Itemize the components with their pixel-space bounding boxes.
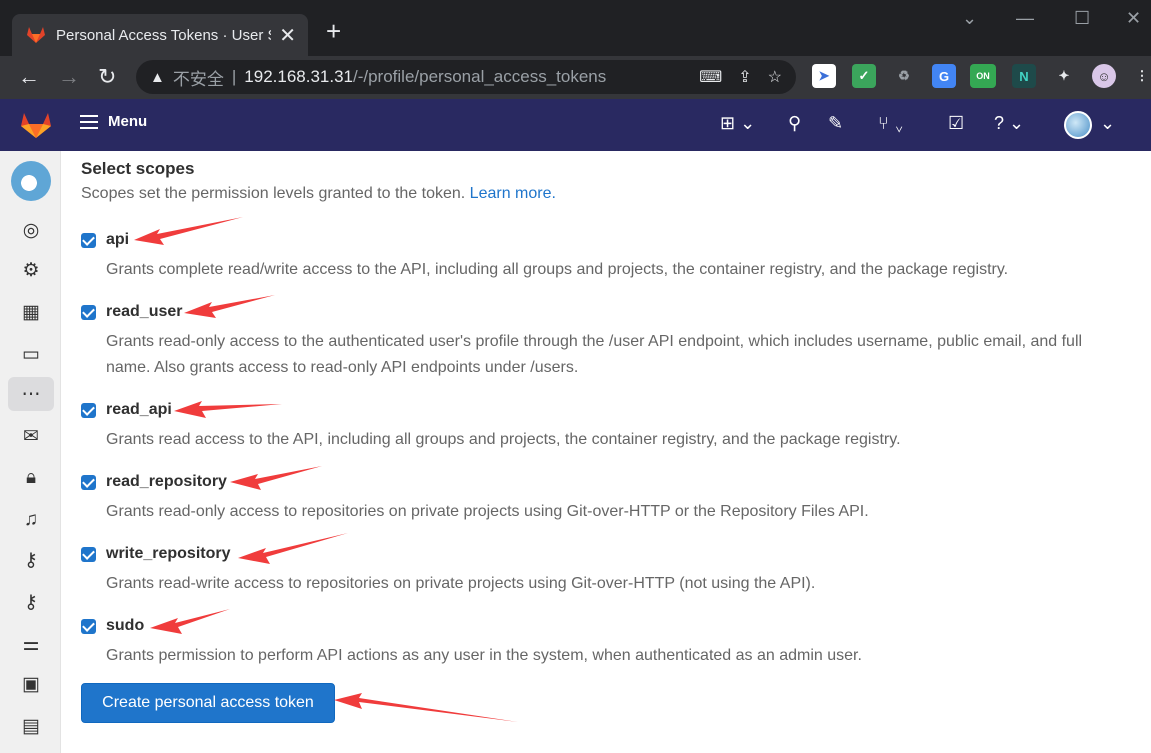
minimize-icon[interactable]: — — [1016, 8, 1034, 29]
create-token-button[interactable]: Create personal access token — [81, 683, 335, 723]
browser-tabstrip: Personal Access Tokens · User S ✕ + ⌄ — … — [0, 0, 1151, 56]
tab-close-icon[interactable]: ✕ — [279, 23, 296, 48]
password-icon[interactable]: 🔒︎ — [8, 461, 54, 495]
search-icon[interactable]: ⚲ — [788, 113, 801, 134]
extensions-puzzle-icon[interactable]: ✦ — [1052, 64, 1076, 88]
omnibox-actions: ⌨ ⇪ ☆ — [699, 67, 782, 87]
address-bar[interactable]: ▲ 不安全 | 192.168.31.31 /-/profile/persona… — [136, 60, 796, 94]
extension-on-icon[interactable]: ON — [970, 64, 996, 88]
warning-icon: ▲ — [150, 68, 165, 86]
help-icon[interactable]: ? ⌄ — [994, 113, 1024, 134]
scope-label[interactable]: read_api — [106, 401, 172, 419]
separator: | — [231, 67, 237, 86]
scope-help: Grants permission to perform API actions… — [106, 647, 862, 664]
emails-icon[interactable]: ✉ — [8, 419, 54, 453]
back-icon[interactable]: ← — [18, 64, 40, 90]
scope-label[interactable]: write_repository — [106, 545, 230, 563]
checkbox[interactable] — [81, 475, 96, 490]
preferences-icon[interactable]: ⚌ — [8, 627, 54, 661]
checkbox[interactable] — [81, 305, 96, 320]
ssh-keys-icon[interactable]: ⚷ — [8, 543, 54, 577]
hamburger-icon — [80, 114, 98, 129]
merge-requests-icon[interactable]: ⑂ ⌄ — [878, 113, 905, 134]
scopes-heading: Select scopes — [81, 159, 195, 178]
authentication-log-icon[interactable]: ▤ — [8, 709, 54, 743]
chat-icon[interactable]: ▭ — [8, 337, 54, 371]
tab-search-icon[interactable]: ⌄ — [962, 8, 977, 29]
extension-shield-icon[interactable]: ✓ — [852, 64, 876, 88]
scope-help: Grants read-only access to repositories … — [106, 503, 869, 520]
checkbox[interactable] — [81, 619, 96, 634]
extension-n-icon[interactable]: N — [1012, 64, 1036, 88]
url-path: /-/profile/personal_access_tokens — [353, 67, 607, 86]
browser-tab[interactable]: Personal Access Tokens · User S ✕ — [12, 14, 308, 56]
forward-icon[interactable]: → — [58, 64, 80, 90]
notifications-icon[interactable]: ♫ — [8, 503, 54, 537]
user-menu-chevron-icon[interactable]: ⌄ — [1100, 113, 1115, 134]
browser-toolbar: ← → ↻ ▲ 不安全 | 192.168.31.31 /-/profile/p… — [0, 56, 1151, 99]
scope-help: Grants read access to the API, including… — [106, 431, 901, 448]
checkbox[interactable] — [81, 547, 96, 562]
scope-help: Grants complete read/write access to the… — [106, 261, 1009, 278]
extension-translate-icon[interactable]: G — [932, 64, 956, 88]
todos-icon[interactable]: ☑ — [948, 113, 964, 134]
applications-icon[interactable]: ▦ — [8, 295, 54, 329]
active-sessions-icon[interactable]: ▣ — [8, 667, 54, 701]
scope-help: Grants read-write access to repositories… — [106, 575, 816, 592]
profile-icon[interactable]: ◎ — [8, 213, 54, 247]
extension-on-badge: ON — [976, 71, 990, 81]
checkbox[interactable] — [81, 233, 96, 248]
issues-icon[interactable]: ✎ — [828, 113, 843, 134]
scope-label[interactable]: read_repository — [106, 473, 227, 491]
gitlab-favicon-icon — [27, 27, 45, 43]
scope-help: Grants read-only access to the authentic… — [106, 333, 1083, 376]
bookmark-star-icon[interactable]: ☆ — [768, 67, 782, 87]
sidebar-avatar[interactable] — [11, 161, 51, 201]
access-tokens-icon[interactable]: ⋯ — [8, 377, 54, 411]
scopes-description: Scopes set the permission levels granted… — [81, 185, 556, 203]
learn-more-link[interactable]: Learn more. — [470, 185, 556, 202]
account-icon[interactable]: ⚙ — [8, 253, 54, 287]
user-avatar[interactable] — [1064, 111, 1092, 139]
sidebar: ◎ ⚙ ▦ ▭ ⋯ ✉ 🔒︎ ♫ ⚷ ⚷ ⚌ ▣ ▤ — [0, 151, 61, 753]
menu-button[interactable]: Menu — [80, 113, 147, 130]
new-tab-button[interactable]: + — [326, 16, 341, 46]
extension-arrow-icon[interactable]: ➤ — [812, 64, 836, 88]
reload-icon[interactable]: ↻ — [98, 64, 116, 90]
profile-avatar-icon[interactable]: ☺ — [1092, 64, 1116, 88]
gitlab-header: Menu ⊞ ⌄ ⚲ ✎ ⑂ ⌄ ☑ ? ⌄ — [0, 99, 1151, 151]
extension-recycle-icon[interactable]: ♻ — [892, 64, 916, 88]
scopes-description-text: Scopes set the permission levels granted… — [81, 185, 466, 202]
main-content: Select scopes Scopes set the permission … — [61, 151, 1151, 753]
scope-label[interactable]: read_user — [106, 303, 183, 321]
share-icon[interactable]: ⇪ — [738, 67, 751, 87]
chrome-menu-icon[interactable]: ⋮ — [1130, 64, 1151, 88]
scope-label[interactable]: sudo — [106, 617, 144, 635]
gpg-keys-icon[interactable]: ⚷ — [8, 585, 54, 619]
window-close-icon[interactable]: ✕ — [1126, 8, 1141, 29]
insecure-label: 不安全 — [172, 69, 224, 89]
gitlab-logo-icon[interactable] — [20, 111, 52, 139]
new-dropdown-icon[interactable]: ⊞ ⌄ — [720, 113, 755, 134]
translate-icon[interactable]: ⌨ — [699, 67, 722, 87]
tab-title: Personal Access Tokens · User S — [56, 26, 271, 44]
checkbox[interactable] — [81, 403, 96, 418]
url-host: 192.168.31.31 — [244, 67, 353, 86]
maximize-icon[interactable]: ☐ — [1074, 8, 1090, 29]
scope-label[interactable]: api — [106, 231, 129, 249]
menu-label: Menu — [108, 113, 148, 130]
